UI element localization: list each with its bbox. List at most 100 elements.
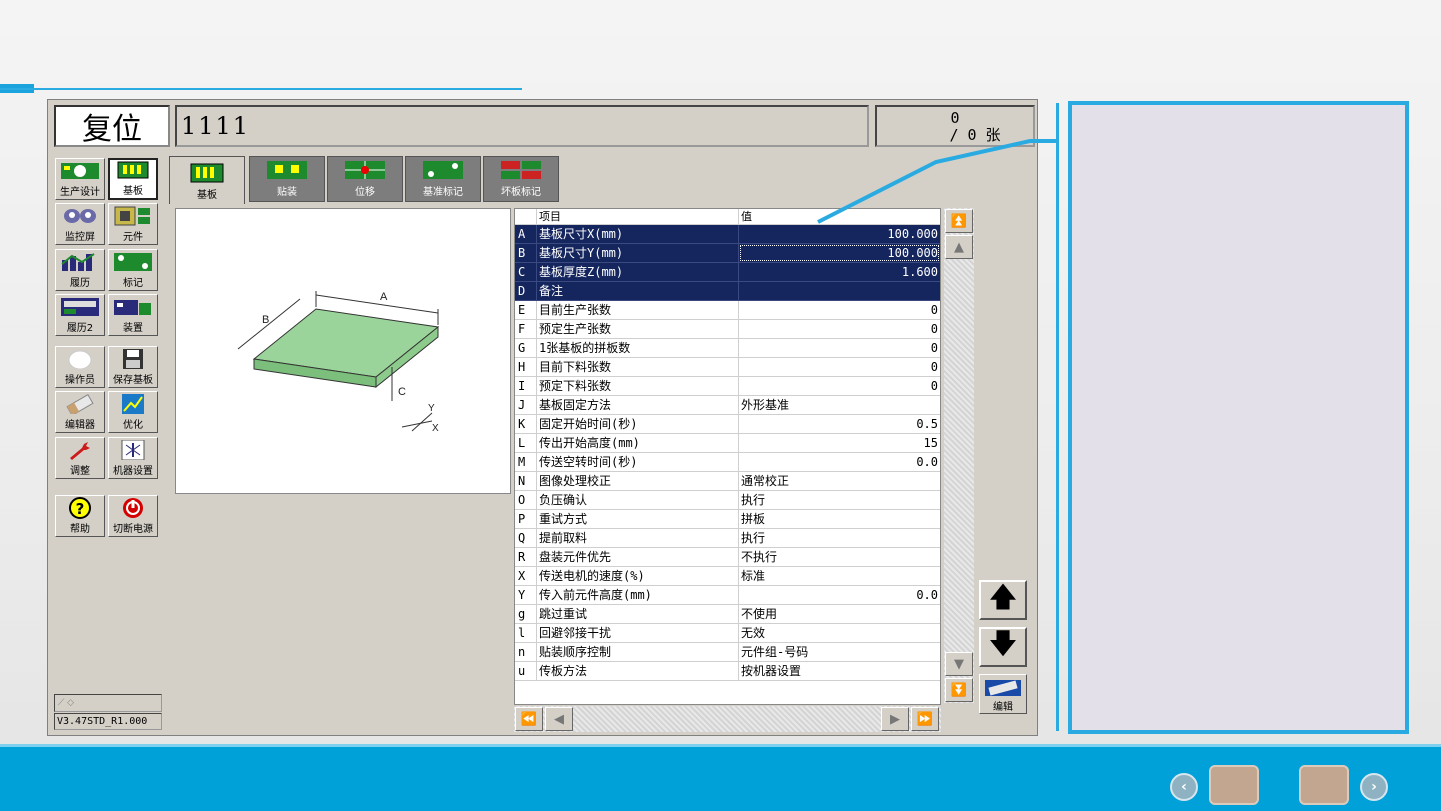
row-value[interactable]: 拼板 xyxy=(739,510,940,528)
row-item: 1张基板的拼板数 xyxy=(537,339,739,357)
scroll-last-button[interactable]: ⏩ xyxy=(911,707,939,731)
previous-slide-button[interactable]: ‹ xyxy=(1170,773,1198,801)
row-value[interactable]: 标准 xyxy=(739,567,940,585)
tab-offset[interactable]: 位移 xyxy=(327,156,403,202)
sidebar-item-power-off[interactable]: 切断电源 xyxy=(108,495,158,537)
table-row[interactable]: F 预定生产张数 0 xyxy=(515,320,940,339)
table-row[interactable]: N 图像处理校正 通常校正 xyxy=(515,472,940,491)
row-value[interactable]: 不执行 xyxy=(739,548,940,566)
table-row[interactable]: J 基板固定方法 外形基准 xyxy=(515,396,940,415)
table-row[interactable]: n 贴装顺序控制 元件组-号码 xyxy=(515,643,940,662)
tab-fiducial-mark[interactable]: 基准标记 xyxy=(405,156,481,202)
header-key xyxy=(515,209,537,224)
row-value[interactable]: 执行 xyxy=(739,491,940,509)
table-row[interactable]: P 重试方式 拼板 xyxy=(515,510,940,529)
table-row[interactable]: Q 提前取料 执行 xyxy=(515,529,940,548)
scroll-bottom-button[interactable]: ⏬ xyxy=(945,678,973,702)
table-row[interactable]: Y 传入前元件高度(mm) 0.0 xyxy=(515,586,940,605)
move-down-button[interactable]: 🡇 xyxy=(979,627,1027,667)
sidebar-item-label: 标记 xyxy=(123,278,143,289)
row-value[interactable]: 0 xyxy=(739,377,940,395)
sidebar-item-help[interactable]: ? 帮助 xyxy=(55,495,105,537)
sidebar-item-label: 操作员 xyxy=(65,375,95,386)
table-row[interactable]: X 传送电机的速度(%) 标准 xyxy=(515,567,940,586)
table-row[interactable]: H 目前下料张数 0 xyxy=(515,358,940,377)
sidebar-item-component[interactable]: 元件 xyxy=(108,203,158,245)
scroll-down-button[interactable]: ▼ xyxy=(945,652,973,676)
row-value[interactable]: 按机器设置 xyxy=(739,662,940,680)
scroll-up-button[interactable]: ▲ xyxy=(945,235,973,259)
row-value[interactable]: 0.0 xyxy=(739,586,940,604)
scroll-left-button[interactable]: ◀ xyxy=(545,707,573,731)
sidebar-item-history[interactable]: 履历 xyxy=(55,249,105,291)
row-value[interactable]: 0.5 xyxy=(739,415,940,433)
table-row[interactable]: R 盘装元件优先 不执行 xyxy=(515,548,940,567)
sidebar-item-monitor[interactable]: 监控屏 xyxy=(55,203,105,245)
tab-placement[interactable]: 贴装 xyxy=(249,156,325,202)
tab-bad-mark[interactable]: 坏板标记 xyxy=(483,156,559,202)
table-row[interactable]: K 固定开始时间(秒) 0.5 xyxy=(515,415,940,434)
row-value[interactable]: 0 xyxy=(739,320,940,338)
table-row[interactable]: g 跳过重试 不使用 xyxy=(515,605,940,624)
sidebar-item-machine-settings[interactable]: 机器设置 xyxy=(108,437,158,479)
slide-thumb-left[interactable] xyxy=(1209,765,1259,805)
row-value[interactable]: 15 xyxy=(739,434,940,452)
machine-state: 复位 xyxy=(54,105,170,147)
horizontal-scrollbar[interactable]: ⏪ ◀ ▶ ⏩ xyxy=(514,706,941,732)
sidebar-item-production-design[interactable]: 生产设计 xyxy=(55,158,105,200)
table-row[interactable]: E 目前生产张数 0 xyxy=(515,301,940,320)
row-value[interactable]: 1.600 xyxy=(739,263,940,281)
row-value[interactable]: 执行 xyxy=(739,529,940,547)
history2-icon xyxy=(60,297,100,317)
row-value[interactable]: 无效 xyxy=(739,624,940,642)
sidebar-item-operator[interactable]: 操作员 xyxy=(55,346,105,388)
slide-header-line xyxy=(0,88,522,90)
sidebar-item-board[interactable]: 基板 xyxy=(108,158,158,200)
monitor-icon xyxy=(60,206,100,226)
arrow-down-icon: 🡇 xyxy=(988,627,1018,660)
row-item: 固定开始时间(秒) xyxy=(537,415,739,433)
sidebar-item-history2[interactable]: 履历2 xyxy=(55,294,105,336)
row-value[interactable] xyxy=(739,282,940,300)
table-row[interactable]: B 基板尺寸Y(mm) 100.000 xyxy=(515,244,940,263)
row-item: 基板尺寸X(mm) xyxy=(537,225,739,243)
table-row[interactable]: L 传出开始高度(mm) 15 xyxy=(515,434,940,453)
row-value[interactable]: 0 xyxy=(739,358,940,376)
table-row[interactable]: M 传送空转时间(秒) 0.0 xyxy=(515,453,940,472)
table-row[interactable]: I 预定下料张数 0 xyxy=(515,377,940,396)
row-value[interactable]: 100.000 xyxy=(739,225,940,243)
scroll-first-button[interactable]: ⏪ xyxy=(515,707,543,731)
row-value[interactable]: 0.0 xyxy=(739,453,940,471)
table-row[interactable]: G 1张基板的拼板数 0 xyxy=(515,339,940,358)
table-row[interactable]: A 基板尺寸X(mm) 100.000 xyxy=(515,225,940,244)
row-value[interactable]: 外形基准 xyxy=(739,396,940,414)
sidebar-item-editor[interactable]: 编辑器 xyxy=(55,391,105,433)
sidebar-item-optimize[interactable]: 优化 xyxy=(108,391,158,433)
table-row[interactable]: u 传板方法 按机器设置 xyxy=(515,662,940,681)
vertical-scrollbar[interactable]: ⏫ ▲ ▼ ⏬ xyxy=(944,208,974,703)
row-value[interactable]: 不使用 xyxy=(739,605,940,623)
row-value[interactable]: 0 xyxy=(739,301,940,319)
slide-thumb-right[interactable] xyxy=(1299,765,1349,805)
row-key: D xyxy=(515,282,537,300)
sidebar-item-label: 优化 xyxy=(123,420,143,431)
table-row[interactable]: D 备注 xyxy=(515,282,940,301)
sidebar-item-label: 履历2 xyxy=(66,323,94,334)
tab-board[interactable]: 基板 xyxy=(169,156,245,204)
sidebar-item-save-board[interactable]: 保存基板 xyxy=(108,346,158,388)
scroll-right-button[interactable]: ▶ xyxy=(881,707,909,731)
row-value[interactable]: 元件组-号码 xyxy=(739,643,940,661)
table-row[interactable]: O 负压确认 执行 xyxy=(515,491,940,510)
row-value[interactable]: 100.000 xyxy=(739,244,940,262)
sidebar-item-mark[interactable]: 标记 xyxy=(108,249,158,291)
editor-icon xyxy=(60,394,100,414)
sidebar-item-device[interactable]: 装置 xyxy=(108,294,158,336)
row-value[interactable]: 0 xyxy=(739,339,940,357)
row-value[interactable]: 通常校正 xyxy=(739,472,940,490)
table-row[interactable]: l 回避邻接干扰 无效 xyxy=(515,624,940,643)
next-slide-button[interactable]: › xyxy=(1360,773,1388,801)
edit-button[interactable]: 编辑 xyxy=(979,674,1027,714)
sidebar-item-adjust[interactable]: 调整 xyxy=(55,437,105,479)
move-up-button[interactable]: 🡅 xyxy=(979,580,1027,620)
table-row[interactable]: C 基板厚度Z(mm) 1.600 xyxy=(515,263,940,282)
